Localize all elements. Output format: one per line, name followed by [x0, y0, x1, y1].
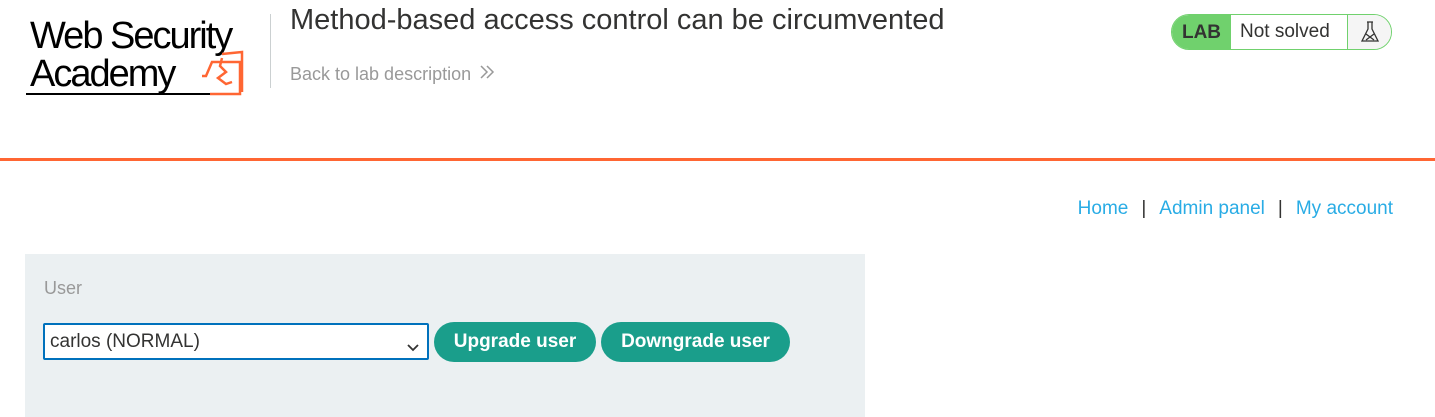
back-link-label: Back to lab description	[290, 64, 472, 84]
upgrade-user-button[interactable]: Upgrade user	[434, 322, 596, 362]
nav-separator: |	[1277, 198, 1283, 219]
user-select[interactable]: carlos (NORMAL)	[43, 323, 429, 360]
nav-home-link[interactable]: Home	[1078, 198, 1129, 220]
svg-text:Academy: Academy	[30, 53, 176, 95]
lab-status-text: Not solved	[1231, 15, 1348, 49]
svg-text:Web Security: Web Security	[30, 15, 233, 57]
lab-header: Web Security Academy Method-based access…	[0, 0, 1435, 161]
nav-admin-panel-link[interactable]: Admin panel	[1159, 198, 1265, 220]
lab-badge: LAB	[1172, 15, 1231, 49]
user-select-value: carlos (NORMAL)	[50, 330, 200, 352]
lab-title: Method-based access control can be circu…	[290, 4, 945, 36]
double-chevron-right-icon	[479, 64, 495, 85]
top-navigation: Home | Admin panel | My account	[1078, 198, 1393, 220]
chevron-down-icon	[407, 337, 419, 359]
lab-status-widget: LAB Not solved	[1171, 14, 1392, 50]
admin-user-form: User carlos (NORMAL) Upgrade user Downgr…	[25, 254, 865, 417]
user-field-label: User	[44, 278, 83, 298]
downgrade-user-button[interactable]: Downgrade user	[601, 322, 790, 362]
nav-my-account-link[interactable]: My account	[1296, 198, 1393, 220]
header-divider	[270, 14, 271, 88]
nav-separator: |	[1141, 198, 1147, 219]
flask-icon	[1348, 15, 1391, 49]
back-to-lab-description-link[interactable]: Back to lab description	[290, 64, 495, 85]
web-security-academy-logo[interactable]: Web Security Academy	[26, 12, 270, 100]
